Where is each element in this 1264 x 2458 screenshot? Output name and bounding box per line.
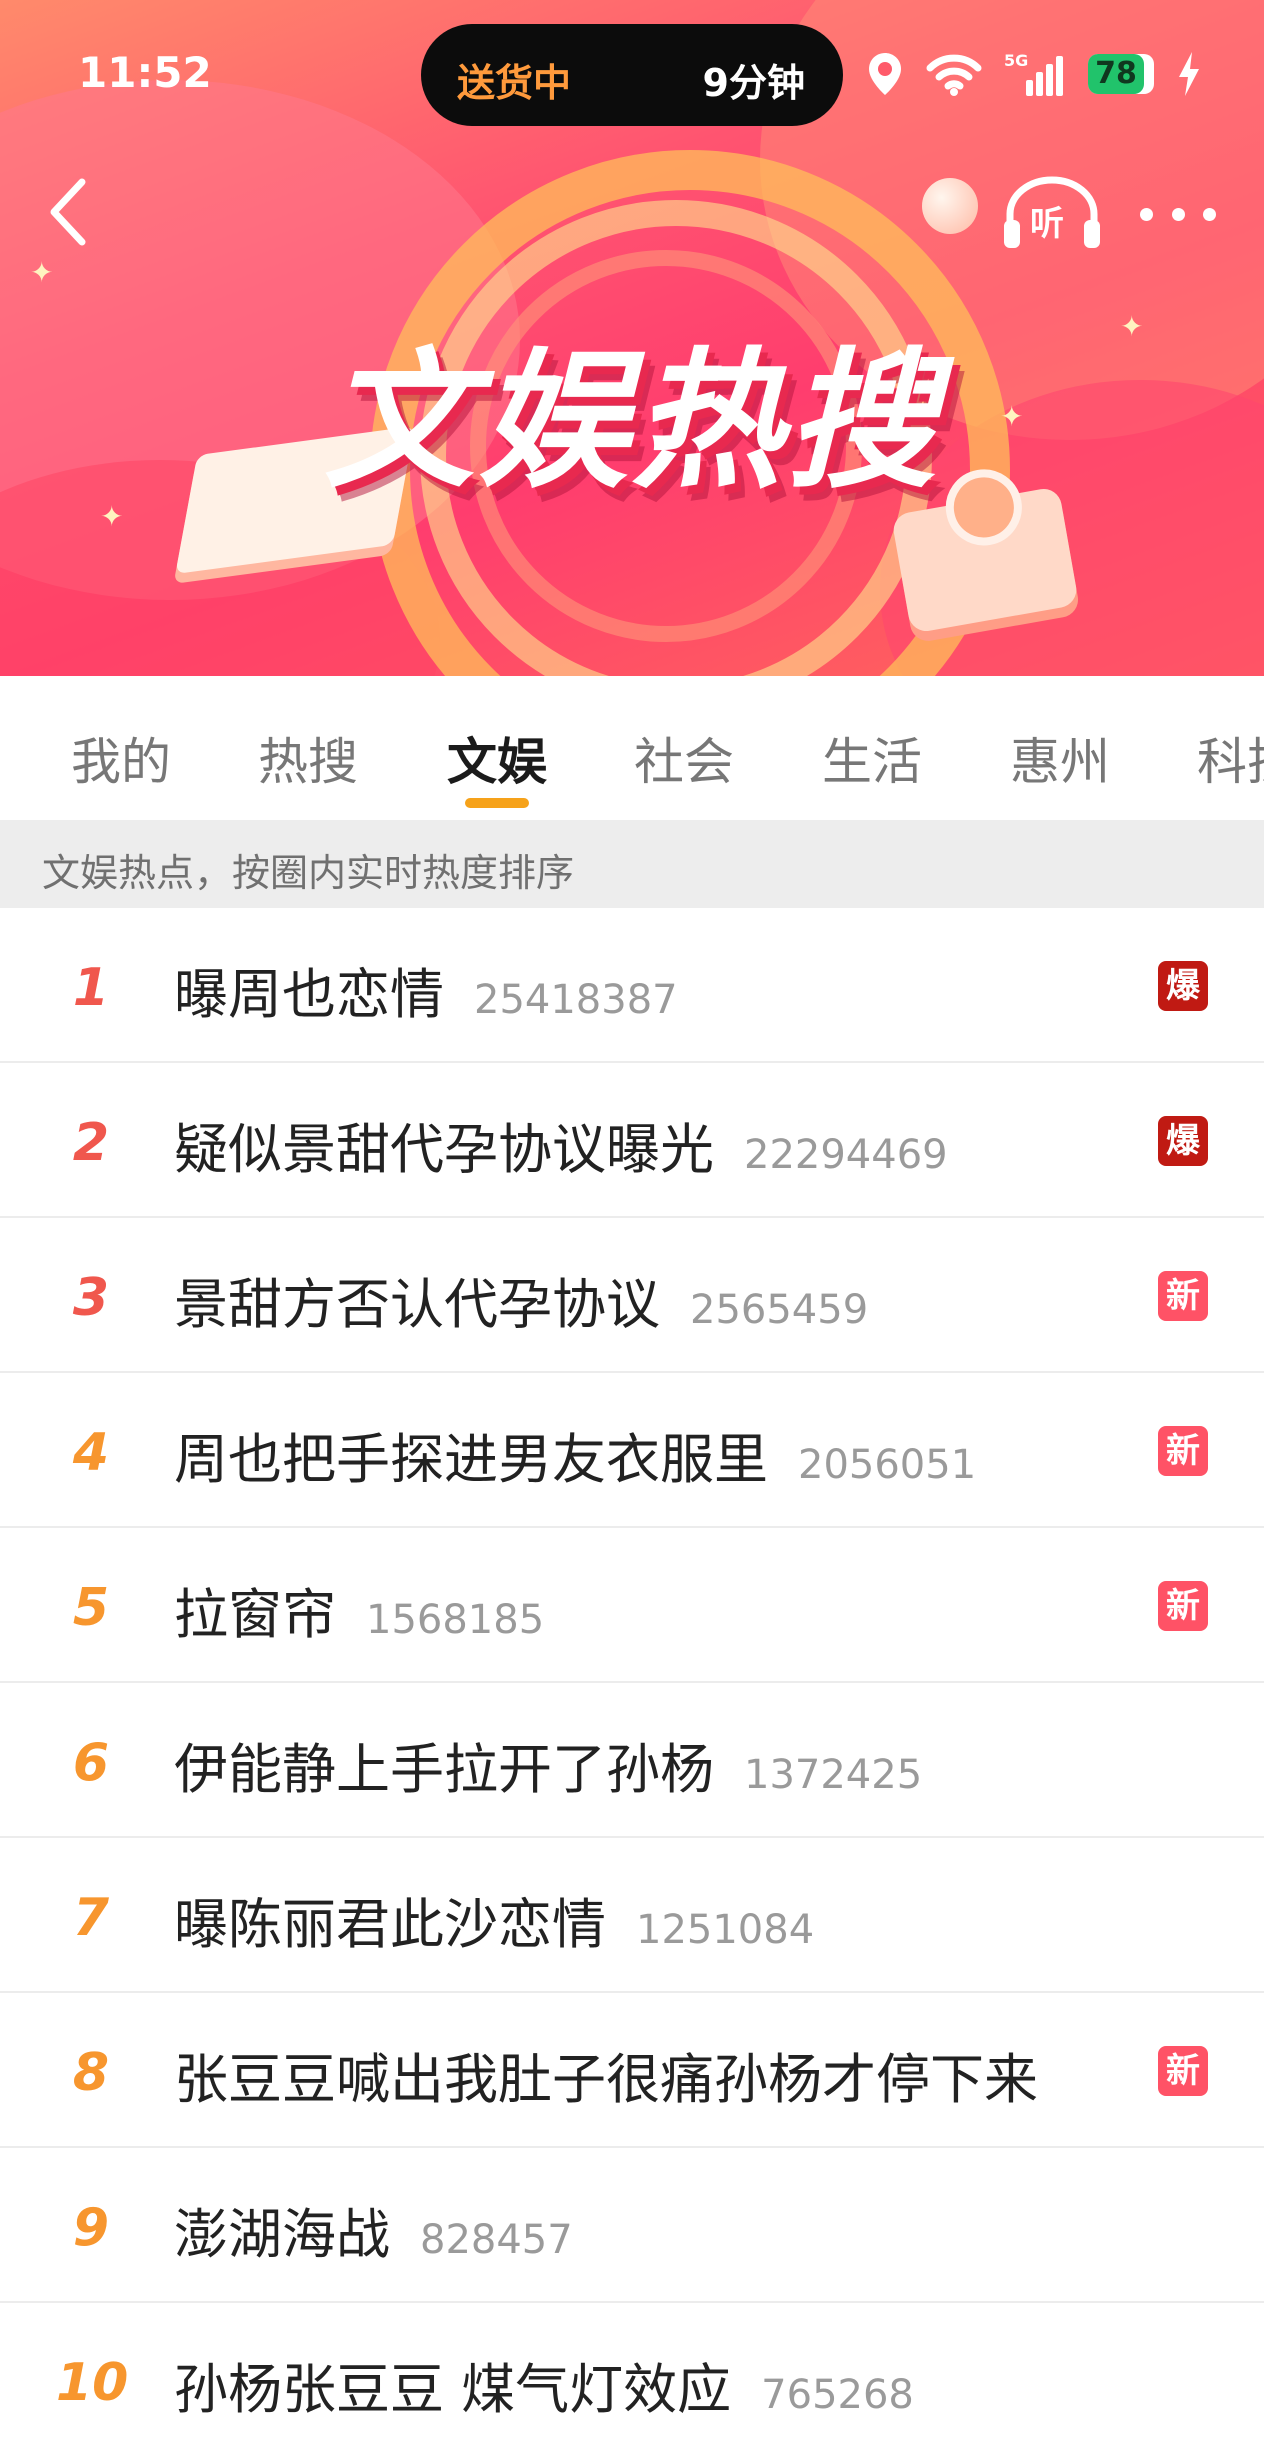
list-item[interactable]: 10 孙杨张豆豆 煤气灯效应 765268: [0, 2303, 1264, 2458]
status-time: 11:52: [78, 48, 212, 97]
new-badge: 新: [1158, 1271, 1208, 1321]
banner-title: 文娱热搜: [323, 335, 940, 509]
rank-number: 7: [72, 1888, 110, 1948]
heat-count: 1372425: [744, 1752, 923, 1798]
item-title: 周也把手探进男友衣服里: [174, 1428, 768, 1491]
hot-badge: 爆: [1158, 961, 1208, 1011]
list-item[interactable]: 8 张豆豆喊出我肚子很痛孙杨才停下来 新: [0, 1993, 1264, 2148]
list-item[interactable]: 3 景甜方否认代孕协议 2565459 新: [0, 1218, 1264, 1373]
item-title: 疑似景甜代孕协议曝光: [174, 1118, 714, 1181]
rank-number: 8: [72, 2043, 110, 2103]
list-item[interactable]: 7 曝陈丽君此沙恋情 1251084: [0, 1838, 1264, 1993]
item-title: 曝周也恋情: [174, 963, 444, 1026]
signal-icon: 5G: [1004, 51, 1063, 96]
item-title: 澎湖海战: [174, 2203, 390, 2266]
item-title: 张豆豆喊出我肚子很痛孙杨才停下来: [174, 2048, 1038, 2111]
network-type: 5G: [1004, 51, 1028, 70]
list-item[interactable]: 2 疑似景甜代孕协议曝光 22294469 爆: [0, 1063, 1264, 1218]
rank-number: 10: [56, 2353, 129, 2413]
new-badge: 新: [1158, 1426, 1208, 1476]
back-icon: [50, 178, 86, 246]
tab-entertainment[interactable]: 文娱: [447, 722, 547, 794]
item-title: 曝陈丽君此沙恋情: [174, 1893, 606, 1956]
hot-badge: 爆: [1158, 1116, 1208, 1166]
listen-button[interactable]: 听: [1000, 172, 1104, 252]
tab-life[interactable]: 生活: [822, 722, 922, 794]
heat-count: 828457: [420, 2217, 573, 2263]
tab-huizhou[interactable]: 惠州: [1010, 722, 1110, 794]
item-title: 孙杨张豆豆 煤气灯效应: [174, 2358, 732, 2421]
battery-level: 78: [1095, 56, 1137, 91]
heat-count: 2565459: [690, 1287, 869, 1333]
rank-number: 2: [72, 1113, 110, 1173]
new-badge: 新: [1158, 1581, 1208, 1631]
more-button[interactable]: [1140, 196, 1216, 232]
delivery-status: 送货中: [457, 61, 572, 105]
category-tabs: 我的 热搜 文娱 社会 生活 惠州 科技: [0, 676, 1264, 820]
dynamic-island[interactable]: 送货中 9分钟: [421, 24, 843, 126]
rank-number: 6: [72, 1733, 110, 1793]
back-button[interactable]: [40, 172, 100, 252]
heat-count: 1568185: [366, 1597, 545, 1643]
list-item[interactable]: 4 周也把手探进男友衣服里 2056051 新: [0, 1373, 1264, 1528]
rank-number: 3: [72, 1268, 110, 1328]
wifi-icon: [926, 54, 982, 96]
hot-search-list: 1 曝周也恋情 25418387 爆 2 疑似景甜代孕协议曝光 22294469…: [0, 908, 1264, 2458]
list-description-text: 文娱热点，按圈内实时热度排序: [42, 851, 575, 895]
planet-icon: [922, 178, 978, 234]
delivery-eta: 9分钟: [702, 61, 805, 105]
list-item[interactable]: 9 澎湖海战 828457: [0, 2148, 1264, 2303]
tab-mine[interactable]: 我的: [71, 722, 171, 794]
listen-label: 听: [1030, 204, 1064, 244]
list-item[interactable]: 6 伊能静上手拉开了孙杨 1372425: [0, 1683, 1264, 1838]
item-title: 伊能静上手拉开了孙杨: [174, 1738, 714, 1801]
new-badge: 新: [1158, 2046, 1208, 2096]
heat-count: 25418387: [474, 977, 678, 1023]
list-item[interactable]: 5 拉窗帘 1568185 新: [0, 1528, 1264, 1683]
sparkle-icon: ✦: [30, 256, 54, 289]
heat-count: 1251084: [636, 1907, 815, 1953]
list-description: 文娱热点，按圈内实时热度排序: [0, 820, 1264, 908]
heat-count: 2056051: [798, 1442, 977, 1488]
location-icon: [869, 53, 901, 95]
heat-count: 22294469: [744, 1132, 948, 1178]
rank-number: 5: [72, 1578, 110, 1638]
battery-icon: 78: [1088, 54, 1154, 94]
rank-number: 9: [72, 2198, 110, 2258]
tab-society[interactable]: 社会: [634, 722, 734, 794]
heat-count: 765268: [761, 2372, 914, 2418]
rank-number: 4: [72, 1423, 110, 1483]
status-icons: 5G 78: [866, 46, 1202, 102]
item-title: 景甜方否认代孕协议: [174, 1273, 660, 1336]
tab-hot-search[interactable]: 热搜: [258, 722, 358, 794]
charging-icon: [1179, 52, 1199, 96]
list-item[interactable]: 1 曝周也恋情 25418387 爆: [0, 908, 1264, 1063]
active-tab-indicator: [465, 798, 529, 808]
tab-tech[interactable]: 科技: [1197, 722, 1264, 794]
item-title: 拉窗帘: [174, 1583, 336, 1646]
rank-number: 1: [72, 958, 110, 1018]
more-icon: [1140, 207, 1153, 221]
